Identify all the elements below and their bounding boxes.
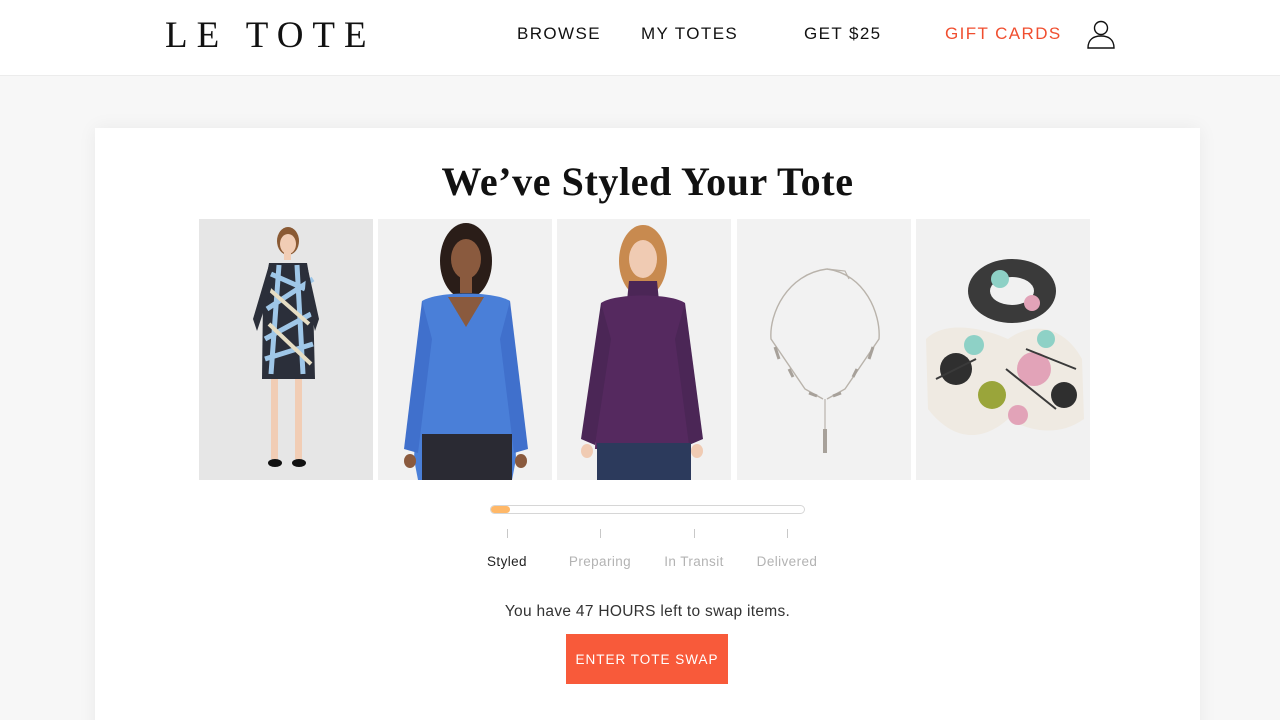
swap-time-message: You have 47 HOURS left to swap items. bbox=[504, 603, 791, 620]
step-in-transit: In Transit bbox=[664, 554, 724, 569]
step-delivered: Delivered bbox=[756, 554, 818, 569]
step-styled: Styled bbox=[487, 554, 527, 569]
product-image-purple-top[interactable] bbox=[557, 219, 731, 480]
page-title: We’ve Styled Your Tote bbox=[441, 159, 854, 204]
logo[interactable]: LE TOTE bbox=[165, 14, 376, 57]
user-icon[interactable] bbox=[1086, 19, 1116, 49]
nav-gift-cards-link[interactable]: GIFT CARDS bbox=[945, 24, 1062, 44]
nav-browse-link[interactable]: BROWSE bbox=[517, 24, 601, 44]
enter-tote-swap-button[interactable]: ENTER TOTE SWAP bbox=[566, 634, 728, 684]
progress-tick bbox=[507, 529, 508, 538]
product-image-scarf[interactable] bbox=[916, 219, 1090, 480]
product-image-necklace[interactable] bbox=[737, 219, 911, 480]
progress-tick bbox=[787, 529, 788, 538]
tote-progress-bar bbox=[490, 505, 805, 514]
step-preparing: Preparing bbox=[568, 554, 632, 569]
top-navigation: LE TOTE BROWSE MY TOTES GET $25 GIFT CAR… bbox=[0, 0, 1280, 76]
progress-tick bbox=[600, 529, 601, 538]
nav-my-totes-link[interactable]: MY TOTES bbox=[641, 24, 738, 44]
product-image-blue-sweater[interactable] bbox=[378, 219, 552, 480]
tote-card: We’ve Styled Your Tote Styled Preparing … bbox=[95, 128, 1200, 720]
product-image-plaid-dress[interactable] bbox=[199, 219, 373, 480]
tote-progress-fill bbox=[491, 506, 510, 513]
nav-get-25-link[interactable]: GET $25 bbox=[804, 24, 882, 44]
progress-tick bbox=[694, 529, 695, 538]
